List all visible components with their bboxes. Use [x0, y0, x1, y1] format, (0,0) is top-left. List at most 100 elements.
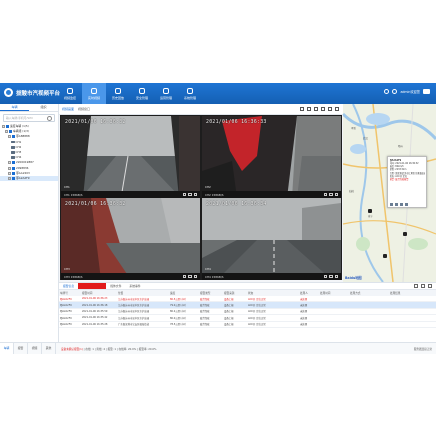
- message-icon[interactable]: [399, 202, 403, 206]
- expand-toggle-icon[interactable]: -: [8, 171, 11, 175]
- checkbox[interactable]: [12, 171, 15, 175]
- expand-toggle-icon[interactable]: -: [8, 161, 11, 165]
- nav-realtime-video[interactable]: 实时视频: [82, 83, 106, 104]
- video-icon[interactable]: [389, 202, 393, 206]
- checkbox[interactable]: [6, 125, 9, 129]
- tab-alarm-highlight[interactable]: [78, 283, 107, 289]
- status-tab-other[interactable]: 其他: [42, 343, 56, 354]
- table-cell: [349, 321, 389, 328]
- close-icon[interactable]: [334, 274, 338, 278]
- video-toolbar: 视频画面 视频窗口: [59, 104, 343, 115]
- checkbox[interactable]: [12, 161, 15, 165]
- bell-icon[interactable]: [384, 89, 390, 94]
- video-cell-ch3[interactable]: 2021/01/06 16:36:32 CH3 CH3 158KB/S: [61, 198, 200, 280]
- status-tab-vehicles[interactable]: 车辆: [0, 343, 14, 354]
- video-channel-label: CH2: [205, 185, 211, 189]
- table-cell: 疲劳驾驶: [199, 321, 223, 328]
- layout-4-icon[interactable]: [307, 107, 311, 111]
- playback-icon: [115, 87, 121, 94]
- map-panel[interactable]: 武汉 鄂州 黄石 咸宁 孝感 仙桃 鄂A2A2F9 时间: 2021-01-06…: [343, 104, 436, 282]
- tab-vehicles[interactable]: 车辆: [0, 104, 29, 111]
- table-body: 鄂A2A2F9 2021-01-06 16:36:23 江苏省苏州市吴中区京沪高速 8…: [59, 296, 436, 328]
- clear-icon[interactable]: [421, 284, 425, 288]
- bottom-tools: [414, 284, 432, 288]
- nav-label: 安全管理: [135, 95, 148, 100]
- tab-system-events[interactable]: 系统事件: [125, 283, 144, 289]
- status-tab-video[interactable]: 视频: [28, 343, 42, 354]
- expand-toggle-icon[interactable]: -: [8, 176, 11, 180]
- video-info: CH2 158KB/S: [205, 192, 224, 197]
- user-name[interactable]: admin欢迎您: [400, 89, 420, 94]
- video-cell-ch1[interactable]: 2021/01/06 16:36:32 CH1 CH1 158KB/S: [61, 116, 200, 198]
- logout-icon[interactable]: [423, 89, 430, 94]
- video-timestamp: 2021/01/06 16:36:32: [65, 202, 126, 207]
- checkbox[interactable]: [9, 130, 12, 134]
- snapshot-icon[interactable]: [323, 274, 327, 278]
- video-channel-label: CH1: [64, 185, 70, 189]
- search-icon[interactable]: [47, 116, 52, 121]
- close-icon[interactable]: [193, 274, 197, 278]
- nav-safety[interactable]: 安全管理: [130, 83, 154, 104]
- vehicle-marker-icon[interactable]: [403, 232, 407, 236]
- tree-node[interactable]: - 鄂A2A2F9: [0, 175, 58, 182]
- table-cell: 设备上报: [223, 321, 247, 328]
- video-frame: [202, 116, 341, 198]
- close-all-icon[interactable]: [335, 107, 339, 111]
- nav-playback[interactable]: 历史回放: [106, 83, 130, 104]
- track-icon[interactable]: [394, 202, 398, 206]
- snapshot-icon[interactable]: [323, 192, 327, 196]
- collapse-icon[interactable]: [428, 284, 432, 288]
- video-cell-ch2[interactable]: 2021/01/06 16:36:33 CH2 CH2 158KB/S: [202, 116, 341, 198]
- tab-video-screen[interactable]: 视频画面: [62, 107, 74, 111]
- tab-video-window[interactable]: 视频窗口: [78, 107, 90, 111]
- map-label: 鄂州: [398, 145, 403, 148]
- vehicle-marker-icon[interactable]: [383, 254, 387, 258]
- search-input[interactable]: 输入车牌/手机号/SIM: [3, 114, 55, 122]
- expand-toggle-icon[interactable]: -: [8, 135, 11, 139]
- tab-alarm-info[interactable]: 报警信息: [59, 283, 78, 289]
- close-icon[interactable]: [334, 192, 338, 196]
- vehicle-marker-icon[interactable]: [368, 209, 372, 213]
- close-icon[interactable]: [193, 192, 197, 196]
- left-panel: 车辆 组织 输入车牌/手机号/SIM - 速度车辆 (1/5) - 车辆组 (1/3)…: [0, 104, 59, 342]
- status-tab-alarms[interactable]: 报警: [14, 343, 28, 354]
- layout-9-icon[interactable]: [314, 107, 318, 111]
- table-cell: 鄂A2A2F9: [59, 321, 81, 328]
- checkbox[interactable]: [12, 176, 15, 180]
- nav-operations[interactable]: 运营管理: [154, 83, 178, 104]
- table-cell: ACC开 定位正常: [247, 321, 299, 328]
- table-row[interactable]: 鄂A2A2F9 2021-01-06 16:35:28 广东省深圳市宝安区福海街道 7…: [59, 321, 436, 328]
- export-icon[interactable]: [414, 284, 418, 288]
- chart-icon: [163, 87, 169, 94]
- expand-toggle-icon[interactable]: -: [5, 130, 8, 134]
- connection-status: 服务器连接正常: [413, 348, 432, 351]
- layout-16-icon[interactable]: [321, 107, 325, 111]
- record-icon[interactable]: [188, 274, 192, 278]
- nav-video-monitor[interactable]: 视频监控: [58, 83, 82, 104]
- video-cell-ch4[interactable]: 2021/01/06 16:36:34 CH4 CH4 158KB/S: [202, 198, 341, 280]
- fullscreen-icon[interactable]: [328, 107, 332, 111]
- nav-system[interactable]: 系统管理: [178, 83, 202, 104]
- vehicle-info-popup: 鄂A2A2F9 时间: 2021-01-06 16:36:32 速度: 80km…: [387, 156, 427, 208]
- more-icon[interactable]: [404, 202, 408, 206]
- snapshot-icon[interactable]: [182, 192, 186, 196]
- user-icon[interactable]: [392, 89, 398, 94]
- expand-toggle-icon[interactable]: -: [2, 125, 5, 129]
- record-icon[interactable]: [329, 274, 333, 278]
- record-icon[interactable]: [329, 192, 333, 196]
- video-timestamp: 2021/01/06 16:36:32: [65, 120, 126, 125]
- logo-icon: [4, 88, 13, 97]
- layout-1-icon[interactable]: [300, 107, 304, 111]
- checkbox[interactable]: [12, 135, 15, 139]
- tree-node-label: 鄂A2A2F9: [16, 175, 30, 180]
- checkbox[interactable]: [12, 166, 15, 170]
- table-cell: [319, 321, 349, 328]
- record-icon[interactable]: [188, 192, 192, 196]
- expand-toggle-icon[interactable]: -: [8, 166, 11, 170]
- status-warning[interactable]: 设备未确认报警(1): [61, 348, 83, 351]
- tab-media-files[interactable]: 媒体文件: [106, 283, 125, 289]
- nav-label: 实时视频: [87, 95, 100, 100]
- snapshot-icon[interactable]: [182, 274, 186, 278]
- tab-organization[interactable]: 组织: [29, 104, 58, 111]
- video-timestamp: 2021/01/06 16:36:33: [206, 120, 267, 125]
